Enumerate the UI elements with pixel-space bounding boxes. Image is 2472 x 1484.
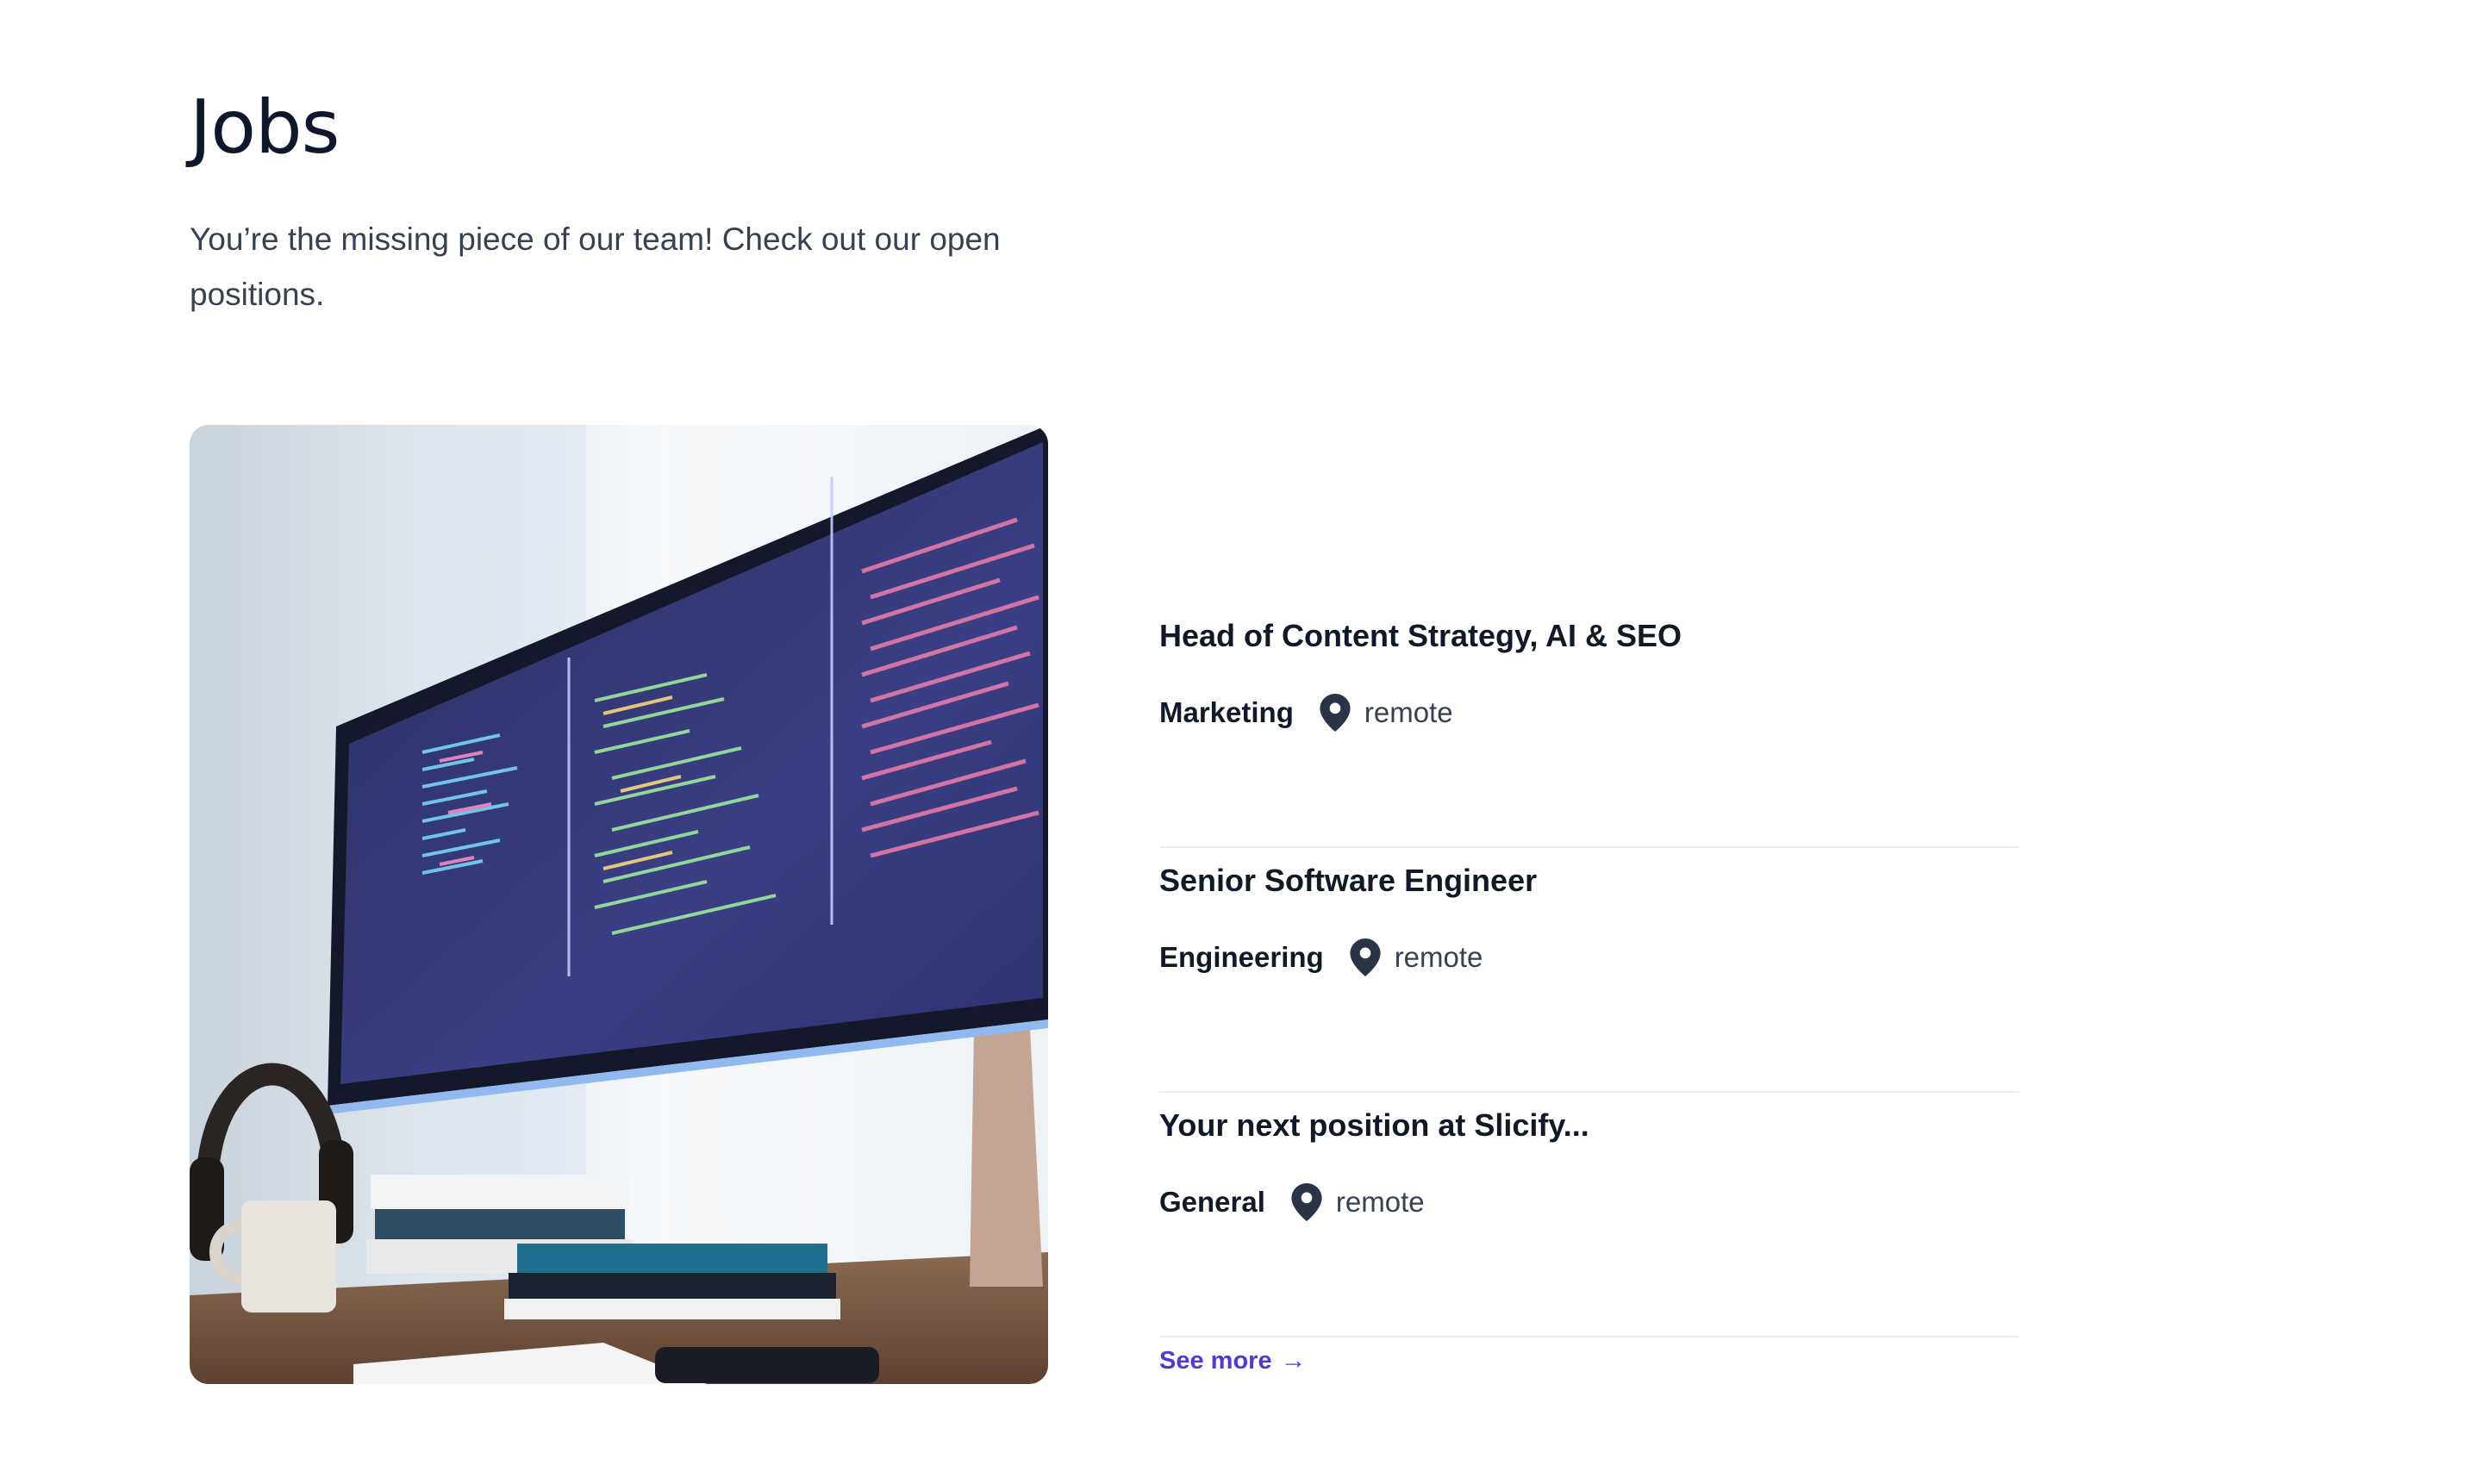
job-item[interactable]: Your next position at Slicify... General…	[1159, 1093, 2019, 1337]
job-title[interactable]: Head of Content Strategy, AI & SEO	[1159, 617, 1682, 655]
job-meta: Marketing remote	[1159, 691, 1453, 734]
arrow-right-icon: →	[1280, 1346, 1307, 1375]
job-item[interactable]: Head of Content Strategy, AI & SEO Marke…	[1159, 603, 2019, 848]
job-item[interactable]: Senior Software Engineer Engineering rem…	[1159, 848, 2019, 1093]
jobs-page: Jobs You’re the missing piece of our tea…	[0, 0, 2472, 1484]
job-department: Engineering	[1159, 941, 1324, 973]
page-subtitle: You’re the missing piece of our team! Ch…	[190, 221, 1001, 312]
map-pin-icon	[1291, 1183, 1322, 1221]
job-location: remote	[1394, 941, 1483, 973]
job-location: remote	[1335, 1186, 1425, 1218]
map-pin-icon	[1350, 938, 1381, 976]
job-title[interactable]: Senior Software Engineer	[1159, 862, 1537, 900]
workspace-photo	[190, 425, 1048, 1384]
job-meta: General remote	[1159, 1181, 1425, 1224]
map-pin-icon	[1320, 694, 1351, 732]
monitor-code-illustration	[190, 425, 1048, 1384]
job-location: remote	[1364, 696, 1453, 728]
jobs-header: Jobs You’re the missing piece of our tea…	[190, 83, 1052, 322]
job-department: Marketing	[1159, 696, 1294, 728]
job-department: General	[1159, 1186, 1265, 1218]
job-list: Head of Content Strategy, AI & SEO Marke…	[1159, 603, 2019, 1337]
see-more-link[interactable]: See more →	[1159, 1346, 1307, 1375]
job-title[interactable]: Your next position at Slicify...	[1159, 1107, 1589, 1144]
page-title: Jobs	[190, 84, 340, 171]
job-meta: Engineering remote	[1159, 936, 1483, 979]
see-more-label: See more	[1159, 1346, 1272, 1375]
